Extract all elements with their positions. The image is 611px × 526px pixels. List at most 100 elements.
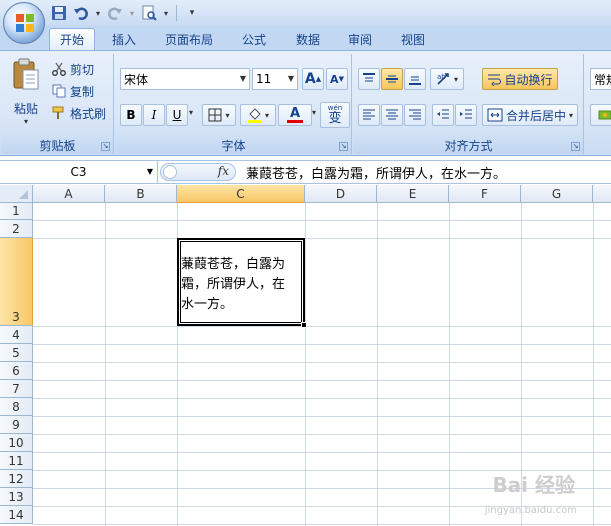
row-header-8[interactable]: 8 (0, 398, 33, 416)
row-header-10[interactable]: 10 (0, 434, 33, 452)
align-left-icon (363, 109, 375, 120)
accounting-format-button[interactable] (590, 104, 611, 126)
clipboard-group-label: 剪贴板 (2, 136, 113, 154)
merge-center-button[interactable]: 合并后居中 ▾ (482, 104, 578, 126)
print-preview-dropdown-icon[interactable]: ▾ (162, 4, 170, 22)
format-painter-button[interactable]: 格式刷 (52, 104, 106, 122)
shrink-font-button[interactable]: A ▼ (326, 68, 348, 90)
tab-view[interactable]: 视图 (393, 28, 433, 50)
borders-icon (208, 108, 222, 122)
decrease-indent-button[interactable] (432, 104, 454, 126)
redo-dropdown-icon[interactable]: ▾ (128, 4, 136, 22)
tab-review[interactable]: 审阅 (340, 28, 380, 50)
copy-button[interactable]: 复制 (52, 82, 94, 100)
scissors-icon (52, 62, 66, 76)
formula-controls: fx (160, 163, 236, 181)
column-header-f[interactable]: F (449, 185, 521, 203)
number-format-combo[interactable]: 常规 (590, 68, 611, 90)
qat-customize-icon[interactable]: ▾ (183, 4, 201, 22)
row-header-11[interactable]: 11 (0, 452, 33, 470)
save-icon[interactable] (50, 4, 68, 22)
font-size-combo[interactable]: 11 ▼ (252, 68, 298, 90)
tab-home[interactable]: 开始 (49, 28, 95, 50)
name-box[interactable]: C3 ▼ (0, 161, 158, 183)
name-box-dropdown-icon[interactable]: ▼ (147, 167, 153, 176)
bold-button[interactable]: B (120, 104, 142, 126)
row-header-14[interactable]: 14 (0, 506, 33, 524)
phonetic-button[interactable]: wén 变 (320, 102, 350, 128)
column-header-d[interactable]: D (305, 185, 377, 203)
font-size-dropdown-icon[interactable]: ▼ (288, 74, 294, 83)
column-header-h-partial[interactable] (593, 185, 611, 203)
formula-bar: C3 ▼ fx 蒹葭苍苍，白露为霜，所谓伊人，在水一方。 (0, 160, 611, 184)
paste-button[interactable]: 粘贴 ▾ (8, 58, 44, 126)
font-color-dropdown-icon[interactable]: ▾ (312, 108, 316, 117)
fill-color-dropdown-icon[interactable]: ▾ (265, 111, 269, 120)
font-color-button[interactable]: A (278, 104, 312, 126)
align-right-button[interactable] (404, 104, 426, 126)
align-top-button[interactable] (358, 68, 380, 90)
row-header-13[interactable]: 13 (0, 488, 33, 506)
borders-dropdown-icon[interactable]: ▾ (225, 111, 229, 120)
column-header-e[interactable]: E (377, 185, 449, 203)
align-center-button[interactable] (381, 104, 403, 126)
fill-handle[interactable] (301, 322, 307, 328)
row-header-9[interactable]: 9 (0, 416, 33, 434)
gridline-horizontal (33, 344, 611, 345)
worksheet-grid[interactable]: A B C D E F G 1 2 3 4 5 6 7 8 9 10 11 12… (0, 185, 611, 526)
merge-center-dropdown-icon[interactable]: ▾ (569, 111, 573, 120)
font-name-combo[interactable]: 宋体 ▼ (120, 68, 250, 90)
row-header-12[interactable]: 12 (0, 470, 33, 488)
align-top-icon (363, 73, 375, 82)
orientation-button[interactable]: ab ▾ (430, 68, 464, 90)
formula-input[interactable]: 蒹葭苍苍，白露为霜，所谓伊人，在水一方。 (246, 161, 506, 183)
italic-button[interactable]: I (143, 104, 165, 126)
decrease-indent-icon (437, 109, 449, 119)
column-header-g[interactable]: G (521, 185, 593, 203)
expand-handle-icon[interactable] (163, 165, 177, 179)
gridline-vertical (593, 203, 594, 526)
row-header-2[interactable]: 2 (0, 220, 33, 238)
print-preview-icon[interactable] (140, 4, 158, 22)
wrap-text-button[interactable]: 自动换行 (482, 68, 558, 90)
paste-dropdown-icon[interactable]: ▾ (24, 117, 28, 126)
align-middle-button[interactable] (381, 68, 403, 90)
row-header-6[interactable]: 6 (0, 362, 33, 380)
fill-color-button[interactable]: ▾ (240, 104, 276, 126)
row-header-5[interactable]: 5 (0, 344, 33, 362)
redo-icon[interactable] (106, 4, 124, 22)
tab-page-layout[interactable]: 页面布局 (156, 28, 222, 50)
undo-icon[interactable] (72, 4, 90, 22)
gridline-vertical (305, 203, 306, 526)
insert-function-icon[interactable]: fx (218, 164, 229, 178)
row-header-1[interactable]: 1 (0, 203, 33, 220)
font-dialog-launcher-icon[interactable]: ↘ (339, 142, 348, 151)
tab-data[interactable]: 数据 (288, 28, 328, 50)
row-header-3[interactable]: 3 (0, 238, 33, 326)
align-left-button[interactable] (358, 104, 380, 126)
increase-indent-button[interactable] (455, 104, 477, 126)
tab-formulas[interactable]: 公式 (234, 28, 274, 50)
align-bottom-button[interactable] (404, 68, 426, 90)
font-name-dropdown-icon[interactable]: ▼ (240, 74, 246, 83)
alignment-dialog-launcher-icon[interactable]: ↘ (571, 142, 580, 151)
borders-button[interactable]: ▾ (202, 104, 236, 126)
alignment-group-label: 对齐方式 (354, 136, 583, 154)
grow-font-button[interactable]: A ▲ (302, 68, 324, 90)
row-header-4[interactable]: 4 (0, 326, 33, 344)
underline-button[interactable]: U (166, 104, 188, 126)
row-header-7[interactable]: 7 (0, 380, 33, 398)
column-header-b[interactable]: B (105, 185, 177, 203)
select-all-corner[interactable] (0, 185, 33, 203)
tab-insert[interactable]: 插入 (104, 28, 144, 50)
column-header-a[interactable]: A (33, 185, 105, 203)
cut-button[interactable]: 剪切 (52, 60, 94, 78)
underline-dropdown-icon[interactable]: ▾ (189, 108, 193, 117)
office-button[interactable] (3, 2, 45, 44)
column-header-c[interactable]: C (177, 185, 305, 203)
qat-separator (176, 5, 177, 21)
orientation-dropdown-icon[interactable]: ▾ (454, 75, 458, 84)
clipboard-dialog-launcher-icon[interactable]: ↘ (101, 142, 110, 151)
gridline-horizontal (33, 380, 611, 381)
undo-dropdown-icon[interactable]: ▾ (94, 4, 102, 22)
